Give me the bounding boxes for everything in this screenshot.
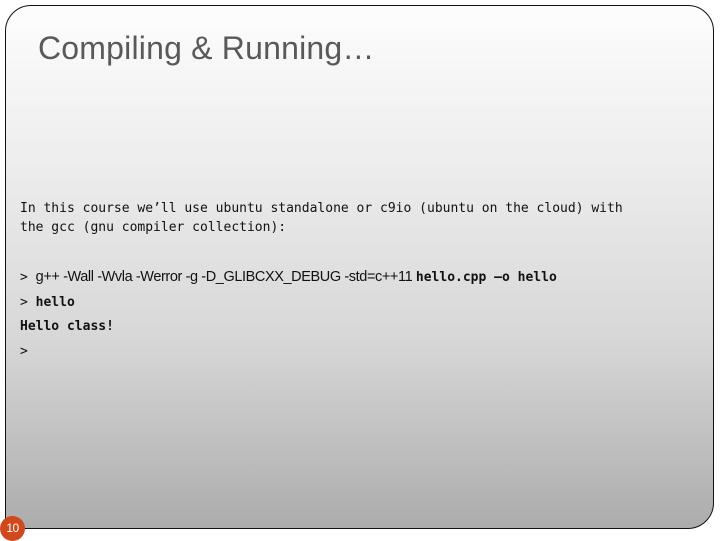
prompt-symbol: > xyxy=(20,270,36,285)
compile-flags: g++ -Wall -Wvla -Werror -g -D_GLIBCXX_DE… xyxy=(35,269,416,285)
intro-line-2: the gcc (gnu compiler collection): xyxy=(20,220,287,235)
intro-line-1: In this course we’ll use ubuntu standalo… xyxy=(20,201,623,216)
compile-args: hello.cpp –o hello xyxy=(415,270,557,285)
intro-text: In this course we’ll use ubuntu standalo… xyxy=(20,199,710,237)
page-number-badge: 10 xyxy=(0,516,25,541)
terminal-final-prompt: > xyxy=(20,344,28,359)
terminal-compile-line: > g++ -Wall -Wvla -Werror -g -D_GLIBCXX_… xyxy=(20,269,557,286)
slide: Compiling & Running… In this course we’l… xyxy=(5,5,714,529)
prompt-symbol: > xyxy=(20,295,36,310)
terminal-output: Hello class! xyxy=(20,319,114,334)
run-command: hello xyxy=(35,295,75,310)
terminal-run-line: > hello xyxy=(20,294,75,311)
slide-title: Compiling & Running… xyxy=(38,30,375,66)
